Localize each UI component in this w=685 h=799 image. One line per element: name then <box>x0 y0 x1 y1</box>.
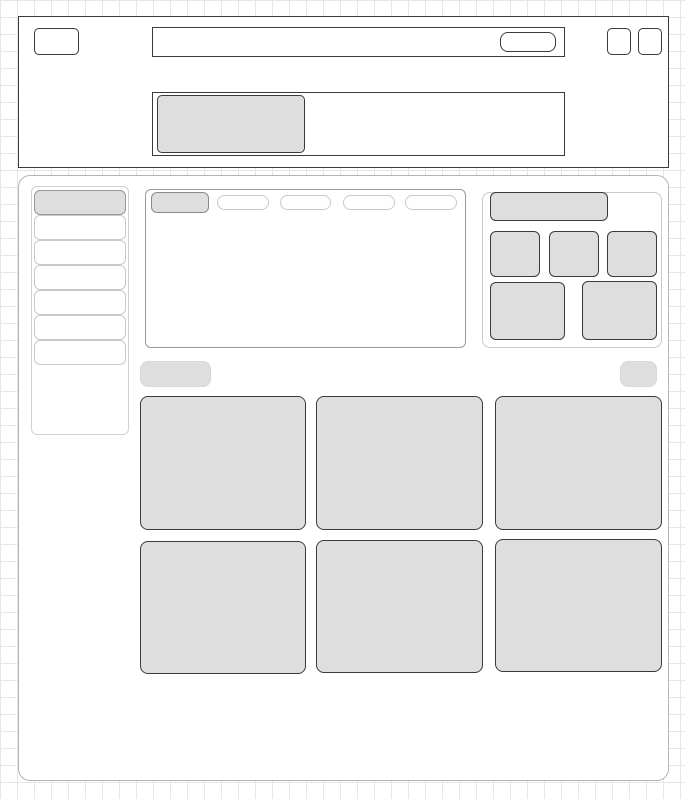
widget-header-button[interactable] <box>490 192 608 221</box>
sidebar-item[interactable] <box>34 240 126 265</box>
search-bar[interactable] <box>152 27 565 57</box>
tab-active[interactable] <box>151 192 209 213</box>
sidebar-item[interactable] <box>34 215 126 240</box>
tab[interactable] <box>343 195 395 210</box>
content-card[interactable] <box>495 539 662 672</box>
content-card[interactable] <box>316 396 483 530</box>
sidebar-item[interactable] <box>34 340 126 365</box>
banner <box>152 92 565 156</box>
sidebar-item[interactable] <box>34 315 126 340</box>
content-card[interactable] <box>140 541 306 674</box>
search-input[interactable] <box>159 33 493 53</box>
tab[interactable] <box>280 195 331 210</box>
tab[interactable] <box>217 195 269 210</box>
widget-tile-large[interactable] <box>582 281 657 340</box>
search-button[interactable] <box>500 32 556 52</box>
content-card[interactable] <box>495 396 662 530</box>
section-action-button[interactable] <box>620 361 657 387</box>
widget-tile[interactable] <box>490 231 540 277</box>
sidebar-item[interactable] <box>34 265 126 290</box>
section-heading-pill <box>140 361 211 387</box>
logo-button[interactable] <box>34 28 79 55</box>
banner-thumbnail[interactable] <box>157 95 305 153</box>
sidebar-item-active[interactable] <box>34 190 126 215</box>
widget-tile[interactable] <box>607 231 657 277</box>
widget-tile[interactable] <box>549 231 599 277</box>
header-action-button-1[interactable] <box>607 28 631 55</box>
content-card[interactable] <box>316 540 483 673</box>
banner-text <box>313 113 553 133</box>
widget-tile-large[interactable] <box>490 282 565 340</box>
sidebar-item[interactable] <box>34 290 126 315</box>
content-card[interactable] <box>140 396 306 530</box>
tab[interactable] <box>405 195 457 210</box>
header-action-button-2[interactable] <box>638 28 662 55</box>
